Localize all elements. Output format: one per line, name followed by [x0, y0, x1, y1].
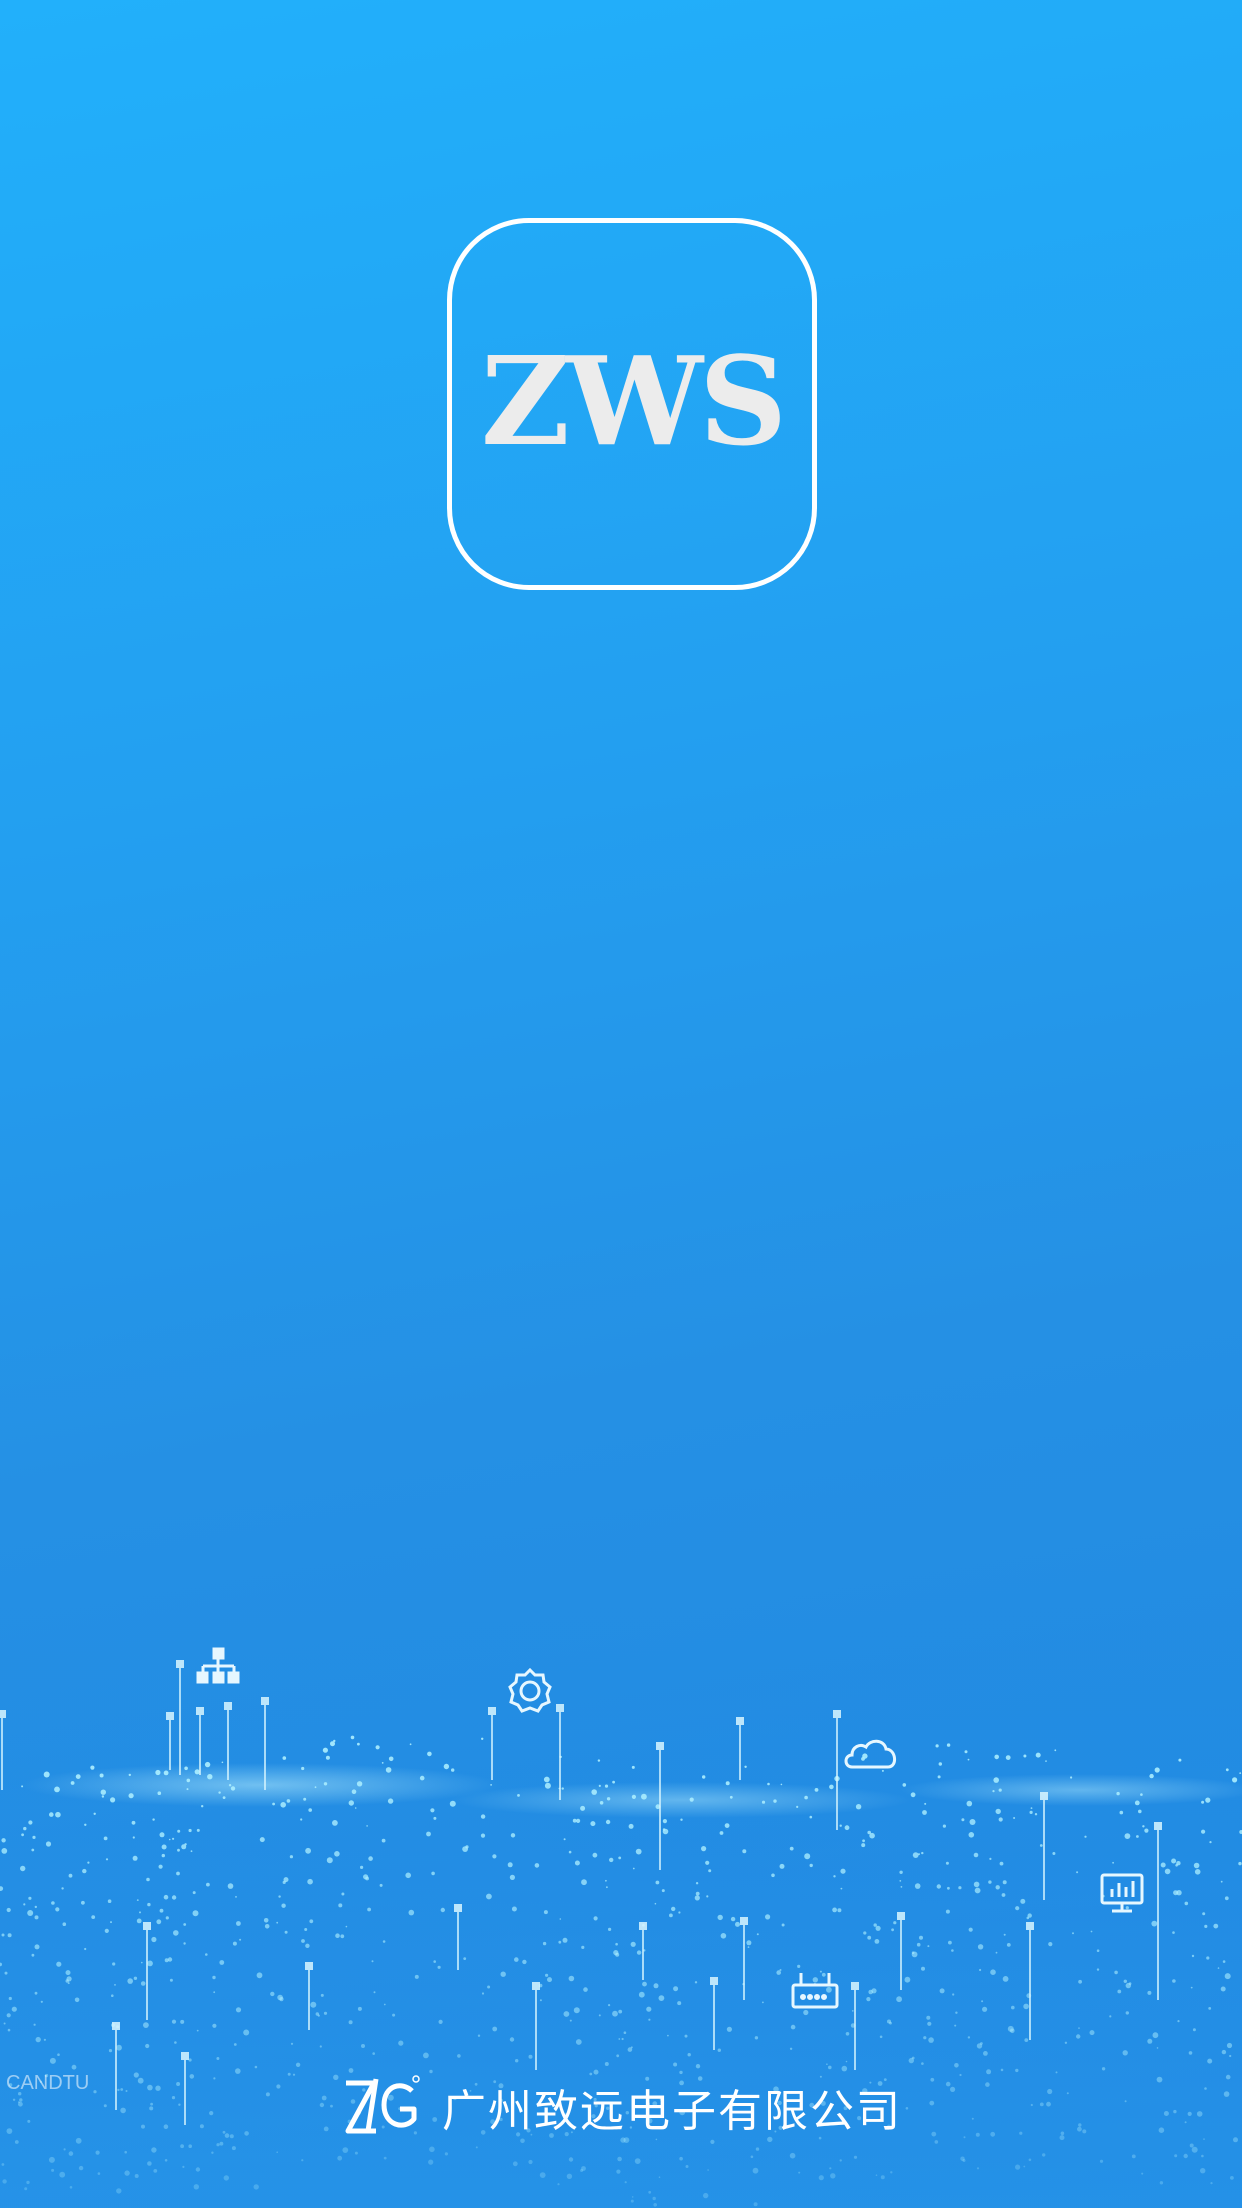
zlg-logo-icon	[340, 2073, 420, 2141]
company-name: 广州致远电子有限公司	[442, 2086, 902, 2137]
company-footer: 广州致远电子有限公司	[0, 2072, 1242, 2142]
app-logo-tile: ZWS	[447, 218, 817, 590]
app-logo-text: ZWS	[480, 329, 787, 473]
